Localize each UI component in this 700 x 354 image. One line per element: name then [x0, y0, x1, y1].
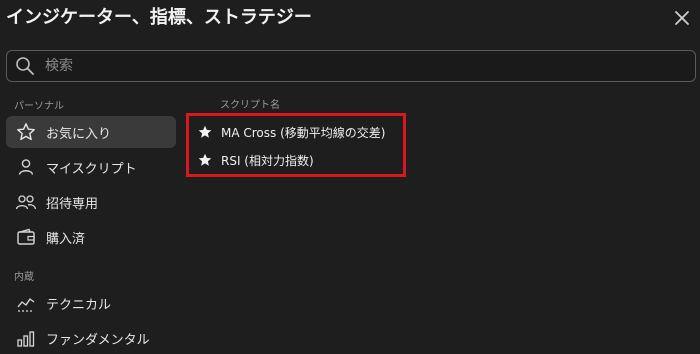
sidebar-item-technical[interactable]: テクニカル	[6, 287, 176, 319]
sidebar-item-label: マイスクリプト	[46, 161, 137, 177]
sidebar-item-purchased[interactable]: 購入済	[6, 221, 176, 253]
sidebar-item-label: テクニカル	[46, 297, 112, 313]
wallet-icon	[14, 227, 38, 247]
script-name: MA Cross (移動平均線の交差)	[221, 125, 386, 140]
sidebar-item-label: ファンダメンタル	[46, 332, 150, 348]
column-header-script-name: スクリプト名	[220, 100, 280, 111]
user-icon	[14, 157, 38, 177]
sidebar-item-label: 招待専用	[46, 196, 99, 212]
star-outline-icon	[14, 122, 38, 142]
search-icon	[16, 57, 34, 75]
script-item[interactable]: RSI (相対力指数)	[197, 148, 314, 172]
sidebar-item-my-scripts[interactable]: マイスクリプト	[6, 151, 176, 183]
search-input[interactable]	[43, 51, 695, 81]
close-icon	[675, 11, 689, 25]
search-box[interactable]	[6, 50, 696, 82]
dialog-title: インジケーター、指標、ストラテジー	[6, 7, 312, 28]
star-filled-icon[interactable]	[197, 152, 213, 168]
sidebar-item-fundamental[interactable]: ファンダメンタル	[6, 322, 176, 354]
script-name: RSI (相対力指数)	[221, 153, 314, 168]
chart-line-icon	[14, 293, 38, 313]
sidebar-item-label: お気に入り	[46, 126, 112, 142]
users-icon	[14, 192, 38, 212]
sidebar-item-favorites[interactable]: お気に入り	[6, 116, 176, 148]
close-button[interactable]	[672, 8, 692, 28]
star-filled-icon[interactable]	[197, 124, 213, 140]
section-label-personal: パーソナル	[14, 101, 64, 112]
script-item[interactable]: MA Cross (移動平均線の交差)	[197, 120, 385, 144]
sidebar-item-invite-only[interactable]: 招待専用	[6, 186, 176, 218]
section-label-builtin: 内蔵	[14, 272, 34, 283]
bar-chart-icon	[14, 328, 38, 348]
sidebar-item-label: 購入済	[46, 231, 86, 247]
